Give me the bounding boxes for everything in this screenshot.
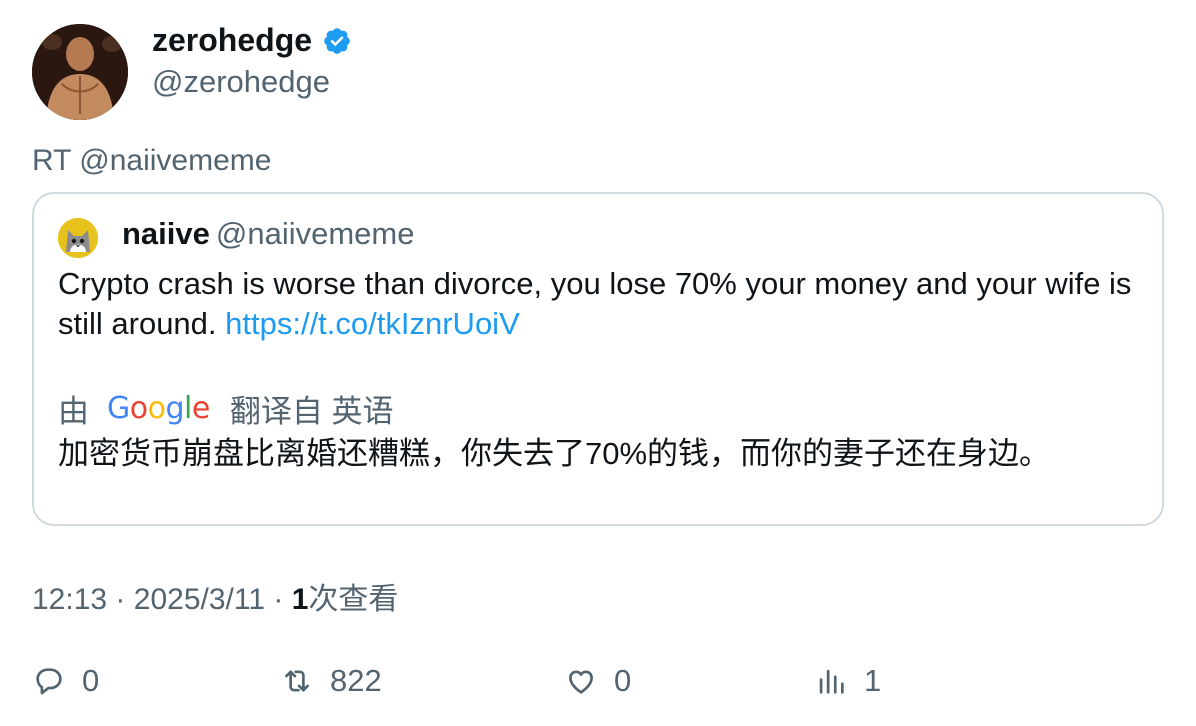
meta-separator: · <box>115 583 126 616</box>
quoted-tweet-card[interactable]: naiive @naiivememe Crypto crash is worse … <box>32 192 1164 526</box>
retweet-button[interactable]: 822 <box>280 660 382 702</box>
author-handle[interactable]: @zerohedge <box>152 64 330 100</box>
like-button[interactable]: 0 <box>564 660 631 702</box>
verified-badge-icon[interactable] <box>322 26 352 56</box>
quoted-text-body: Crypto crash is worse than divorce, you … <box>58 266 1132 341</box>
google-logo: G o o g l e <box>107 391 210 426</box>
retweet-count: 822 <box>330 663 382 698</box>
google-letter-o1: o <box>129 391 148 426</box>
quoted-handle: @naiivememe <box>215 216 415 251</box>
like-count: 0 <box>614 663 632 698</box>
google-letter-e: e <box>191 391 210 426</box>
google-letter-g2: g <box>165 391 185 426</box>
tweet-meta: 12:13 · 2025/3/11 · 1次查看 <box>32 574 398 618</box>
views-label: 次查看 <box>308 583 399 616</box>
heart-icon <box>569 670 593 694</box>
views-button[interactable]: 1 <box>814 660 881 702</box>
retweet-icon <box>285 670 309 692</box>
translated-text: 加密货币崩盘比离婚还糟糕，你失去了70%的钱，而你的妻子还在身边。 <box>58 436 1051 471</box>
tweet-page: zerohedge @zerohedge RT @naiivememe naii… <box>0 0 1196 726</box>
avatar-image <box>32 24 128 120</box>
views-count: 1 <box>291 583 309 616</box>
reply-button[interactable]: 0 <box>32 660 99 702</box>
cat-avatar-image <box>58 218 98 258</box>
reply-count: 0 <box>82 663 100 698</box>
quoted-author[interactable]: naiive @naiivememe <box>122 216 414 252</box>
reply-icon <box>36 668 62 695</box>
meta-separator-2: · <box>273 583 284 616</box>
author-name-text: zerohedge <box>152 22 313 58</box>
quoted-tweet-link[interactable]: https://t.co/tkIznrUoiV <box>225 306 520 341</box>
translate-prefix: 由 <box>58 394 89 429</box>
quoted-tweet-text: Crypto crash is worse than divorce, you … <box>58 264 1148 344</box>
analytics-icon <box>819 669 844 694</box>
google-letter-g: G <box>107 391 130 426</box>
translation-attribution: 由 G o o g l e 翻译自 英语 <box>58 386 393 431</box>
author-avatar[interactable] <box>32 24 128 120</box>
author-display-name[interactable]: zerohedge <box>152 22 352 59</box>
quoted-display-name: naiive <box>122 216 210 251</box>
tweet-time[interactable]: 12:13 <box>32 583 107 616</box>
tweet-date[interactable]: 2025/3/11 <box>134 583 265 616</box>
quoted-avatar[interactable] <box>58 218 98 258</box>
google-letter-l: l <box>184 391 192 426</box>
retweet-attribution: RT @naiivememe <box>32 144 272 177</box>
google-letter-o2: o <box>147 391 166 426</box>
translate-suffix: 翻译自 英语 <box>229 394 394 429</box>
views-action-count: 1 <box>864 663 882 698</box>
